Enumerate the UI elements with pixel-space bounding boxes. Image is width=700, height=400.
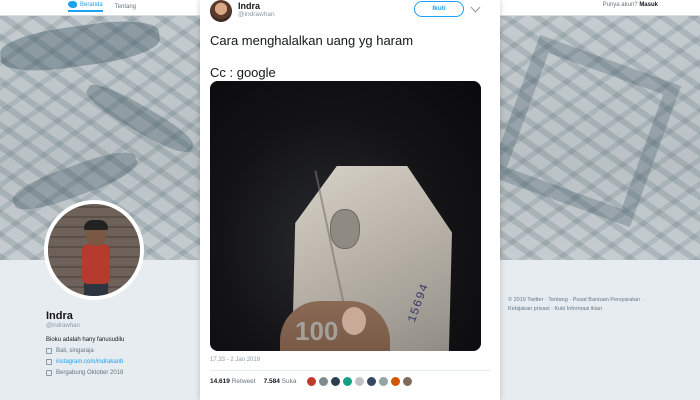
have-account-text: Punya akun? (602, 2, 638, 8)
avatar-figure (84, 220, 108, 230)
likers-avatars (306, 376, 413, 387)
tweet-author-avatar[interactable] (210, 0, 232, 22)
tweet-text: Cara menghalalkan uang yg haram Cc : goo… (210, 32, 490, 82)
page-footer[interactable]: © 2019 Twitter · Tentang · Pusat Bantuan… (508, 296, 648, 314)
profile-link-row: instagram.com/indrakanb (46, 359, 186, 365)
link-icon (46, 359, 52, 365)
liker-avatar[interactable] (366, 376, 377, 387)
banner-art (0, 16, 163, 77)
profile-info: Indra @indrawhan Bioku adalah hany fanus… (46, 310, 186, 376)
retweets-count: 14.619 (210, 378, 230, 385)
profile-link[interactable]: instagram.com/indrakanb (56, 359, 123, 365)
profile-location: Bali, singaraja (56, 348, 94, 354)
chevron-down-icon[interactable] (470, 2, 481, 13)
banner-art (488, 34, 682, 228)
banknote-denomination: 100 (295, 316, 339, 346)
top-nav: Beranda Tentang (68, 1, 136, 12)
retweets-stat[interactable]: 14.619 Retweet (210, 378, 256, 385)
nav-home[interactable]: Beranda (68, 1, 103, 12)
profile-location-row: Bali, singaraja (46, 348, 186, 354)
liker-avatar[interactable] (402, 376, 413, 387)
tweet-text-line2: Cc : google (210, 65, 276, 80)
liker-avatar[interactable] (306, 376, 317, 387)
retweets-label: Retweet (231, 378, 256, 385)
likes-count: 7.584 (263, 378, 280, 385)
banner-art (81, 77, 199, 160)
liker-avatar[interactable] (330, 376, 341, 387)
follow-button[interactable]: Ikuti (414, 1, 464, 17)
profile-bio: Bioku adalah hany fanusudilu (46, 337, 125, 343)
liker-avatar[interactable] (354, 376, 365, 387)
nav-about[interactable]: Tentang (115, 1, 136, 12)
tweet-modal: Indra @indrawhan Ikuti Cara menghalalkan… (200, 0, 500, 400)
nav-about-label: Tentang (114, 3, 137, 10)
tweet-photo[interactable]: 15694 100 (210, 81, 481, 351)
tweet-author-handle[interactable]: @indrawhan (238, 11, 275, 18)
login-link[interactable]: Masuk (639, 2, 658, 8)
liker-avatar[interactable] (342, 376, 353, 387)
profile-avatar[interactable] (44, 200, 144, 300)
profile-name[interactable]: Indra (46, 310, 186, 322)
profile-handle[interactable]: @indrawhan (46, 323, 186, 329)
tweet-timestamp[interactable]: 17.33 - 2 Jan 2019 (210, 357, 260, 363)
liker-avatar[interactable] (378, 376, 389, 387)
liker-avatar[interactable] (318, 376, 329, 387)
login-prompt: Punya akun? Masuk (603, 2, 658, 8)
profile-joined: Bergabung Oktober 2018 (56, 370, 124, 376)
tweet-text-line1: Cara menghalalkan uang yg haram (210, 33, 414, 48)
banknote-portrait (330, 209, 360, 249)
profile-joined-row: Bergabung Oktober 2018 (46, 370, 186, 376)
tweet-stats: 14.619 Retweet 7.584 Suka (210, 378, 296, 385)
twitter-bird-icon (68, 1, 77, 8)
divider (210, 370, 490, 371)
likes-label: Suka (281, 378, 297, 385)
location-icon (46, 348, 52, 354)
liker-avatar[interactable] (390, 376, 401, 387)
tweet-author-name[interactable]: Indra (238, 1, 260, 11)
calendar-icon (46, 370, 52, 376)
fingernail (342, 307, 366, 335)
avatar-figure (84, 282, 108, 296)
likes-stat[interactable]: 7.584 Suka (264, 378, 297, 385)
avatar-figure (82, 244, 110, 284)
nav-home-label: Beranda (80, 1, 103, 8)
